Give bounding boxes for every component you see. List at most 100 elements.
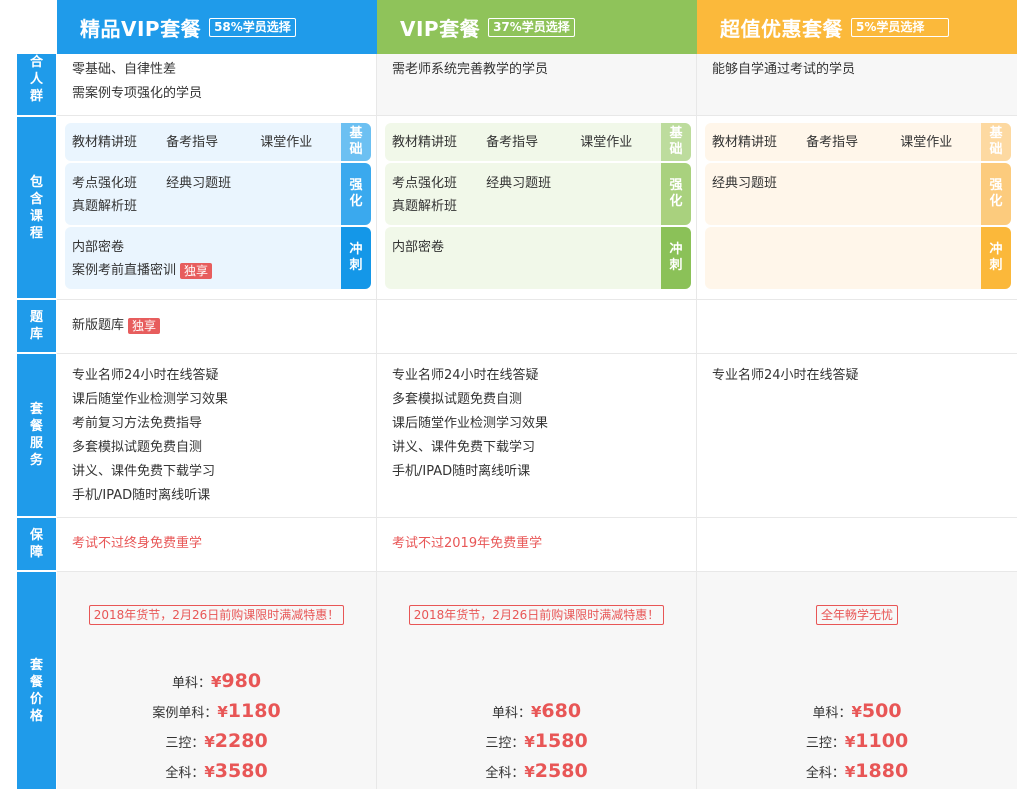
plan-title: 超值优惠套餐 <box>720 16 843 41</box>
plan-share-badge: 58%学员选择 <box>209 17 296 37</box>
price-line[interactable]: 三控：¥1100 <box>697 726 1017 756</box>
service-item: 手机/IPAD随时离线听课 <box>72 488 211 503</box>
price-line[interactable]: 三控：¥2280 <box>57 726 376 756</box>
guarantee-text: 考试不过2019年免费重学 <box>392 536 543 551</box>
services-cell: 专业名师24小时在线答疑 <box>697 354 1017 517</box>
row-label-services: 套餐服务 <box>17 354 56 516</box>
service-item: 课后随堂作业检测学习效果 <box>392 416 549 431</box>
guarantee-cell: 考试不过终身免费重学 <box>57 518 377 571</box>
bank-item: 新版题库 <box>72 318 125 333</box>
course-block-basic: 教材精讲班 备考指导 课堂作业 基础 <box>65 123 371 161</box>
price-value: 1580 <box>534 730 588 752</box>
stage-tag-basic: 基础 <box>661 123 691 161</box>
price-line[interactable]: 三控：¥1580 <box>377 726 696 756</box>
audience-cell: 零基础、自律性差 需案例专项强化的学员 <box>57 54 377 115</box>
price-label: 全科： <box>165 766 205 781</box>
plan-share-badge: 37%学员选择 <box>488 17 575 37</box>
courses-cell: 教材精讲班 备考指导 课堂作业 基础 考点强化班 经典习题班 真题解析班 强化 … <box>377 116 697 299</box>
price-line[interactable]: 全科：¥1880 <box>697 756 1017 786</box>
price-value: 980 <box>221 670 262 692</box>
course-item: 备考指导 <box>806 135 859 150</box>
price-value: 500 <box>861 700 902 722</box>
price-label: 全科： <box>805 766 845 781</box>
row-label-audience: 合人群 <box>17 54 56 115</box>
price-cell: 2018年货节，2月26日前购课限时满减特惠！ 单科：¥980 案例单科：¥11… <box>57 572 377 789</box>
price-cell: 2018年货节，2月26日前购课限时满减特惠！ 单科：¥680 三控：¥1580… <box>377 572 697 789</box>
promo-text: 2018年货节，2月26日前购课限时满减特惠！ <box>408 605 665 625</box>
price-value: 680 <box>541 700 582 722</box>
course-item: 真题解析班 <box>72 199 138 214</box>
guarantee-cell: 考试不过2019年免费重学 <box>377 518 697 571</box>
row-label-text: 包含课程 <box>29 174 43 241</box>
service-item: 手机/IPAD随时离线听课 <box>392 464 531 479</box>
promo-text: 全年畅学无忧 <box>815 605 898 625</box>
price-label: 单科： <box>812 706 852 721</box>
promo-text: 2018年货节，2月26日前购课限时满减特惠！ <box>88 605 345 625</box>
price-line[interactable]: 单科：¥680 <box>377 696 696 726</box>
price-line[interactable]: 全科：¥2580 <box>377 756 696 786</box>
course-block-sprint: 冲刺 <box>705 227 1011 289</box>
guarantee-text: 考试不过终身免费重学 <box>72 536 203 551</box>
stage-tag-strong: 强化 <box>981 163 1011 225</box>
courses-row: 教材精讲班 备考指导 课堂作业 基础 考点强化班 经典习题班 真题解析班 强化 … <box>57 116 1017 300</box>
price-label: 单科： <box>171 676 211 691</box>
row-label-price: 套餐价格 <box>17 572 56 789</box>
course-block-strong: 经典习题班 强化 <box>705 163 1011 225</box>
course-block-sprint: 内部密卷 冲刺 <box>385 227 691 289</box>
service-item: 课后随堂作业检测学习效果 <box>72 392 229 407</box>
price-line[interactable]: 单科：¥500 <box>697 696 1017 726</box>
course-block-strong: 考点强化班 经典习题班 真题解析班 强化 <box>65 163 371 225</box>
stage-tag-basic: 基础 <box>981 123 1011 161</box>
price-row: 2018年货节，2月26日前购课限时满减特惠！ 单科：¥980 案例单科：¥11… <box>57 572 1017 789</box>
services-cell: 专业名师24小时在线答疑 多套模拟试题免费自测 课后随堂作业检测学习效果 讲义、… <box>377 354 697 517</box>
service-item: 讲义、课件免费下载学习 <box>72 464 216 479</box>
course-block-sprint: 内部密卷 案例考前直播密训 独享 冲刺 <box>65 227 371 289</box>
course-block-basic: 教材精讲班 备考指导 课堂作业 基础 <box>705 123 1011 161</box>
exclusive-badge: 独享 <box>180 262 213 279</box>
row-label-text: 合人群 <box>29 55 43 104</box>
course-item: 案例考前直播密训 <box>72 263 177 278</box>
plan-header-value[interactable]: 超值优惠套餐 5%学员选择 <box>697 0 1017 54</box>
plan-header-vip[interactable]: VIP套餐 37%学员选择 <box>377 0 697 54</box>
course-item: 经典习题班 <box>166 176 232 191</box>
row-label-text: 题库 <box>29 310 43 342</box>
audience-cell: 能够自学通过考试的学员 <box>697 54 1017 115</box>
currency-symbol: ¥ <box>524 763 535 781</box>
course-item: 教材精讲班 <box>392 135 458 150</box>
price-line[interactable]: 单科：¥980 <box>57 666 376 696</box>
row-label-courses: 包含课程 <box>17 117 56 298</box>
currency-symbol: ¥ <box>210 673 222 691</box>
stage-tag-sprint: 冲刺 <box>341 227 371 289</box>
course-item: 教材精讲班 <box>712 135 778 150</box>
price-label: 案例单科： <box>152 706 218 721</box>
plan-title: 精品VIP套餐 <box>80 16 202 41</box>
price-line[interactable]: 案例单科：¥1180 <box>57 696 376 726</box>
service-item: 专业名师24小时在线答疑 <box>392 368 539 383</box>
row-label-guarantee: 保障 <box>17 518 56 570</box>
course-item: 内部密卷 <box>392 240 445 255</box>
service-item: 多套模拟试题免费自测 <box>72 440 203 455</box>
course-item: 内部密卷 <box>72 240 125 255</box>
service-item: 多套模拟试题免费自测 <box>392 392 523 407</box>
plan-share-badge: 5%学员选择 <box>851 17 949 37</box>
course-item: 经典习题班 <box>712 176 778 191</box>
stage-tag-sprint: 冲刺 <box>981 227 1011 289</box>
price-line[interactable]: 全科：¥3580 <box>57 756 376 786</box>
plan-header-premium-vip[interactable]: 精品VIP套餐 58%学员选择 <box>57 0 377 54</box>
bank-cell: 新版题库 独享 <box>57 300 377 353</box>
guarantee-cell <box>697 518 1017 571</box>
course-item: 真题解析班 <box>392 199 458 214</box>
bank-cell <box>697 300 1017 353</box>
currency-symbol: ¥ <box>530 703 542 721</box>
course-item: 课堂作业 <box>900 135 953 150</box>
course-item: 备考指导 <box>486 135 539 150</box>
currency-symbol: ¥ <box>217 703 228 721</box>
promo-banner: 2018年货节，2月26日前购课限时满减特惠！ <box>377 605 696 625</box>
plan-comparison-table: 精品VIP套餐 58%学员选择 VIP套餐 37%学员选择 超值优惠套餐 5%学… <box>0 0 1017 789</box>
bank-cell <box>377 300 697 353</box>
price-cell: 全年畅学无忧 单科：¥500 三控：¥1100 全科：¥1880 <box>697 572 1017 789</box>
audience-line: 需案例专项强化的学员 <box>72 86 203 101</box>
price-value: 2280 <box>214 730 268 752</box>
audience-cell: 需老师系统完善教学的学员 <box>377 54 697 115</box>
service-item: 考前复习方法免费指导 <box>72 416 203 431</box>
